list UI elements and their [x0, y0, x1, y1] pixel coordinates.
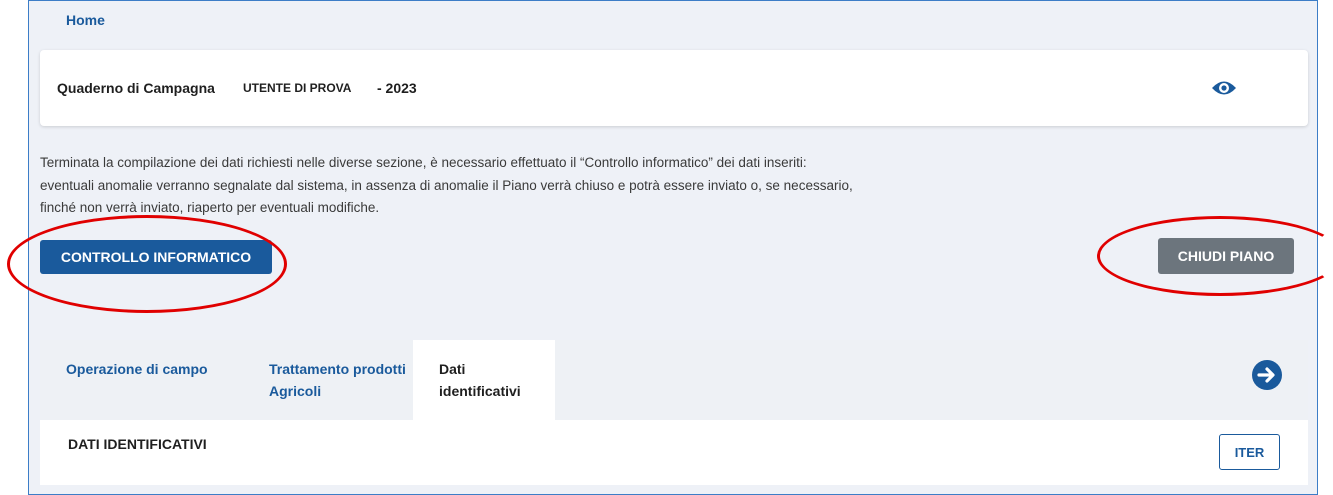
- tab-trattamento-prodotti-agricoli[interactable]: Trattamento prodotti Agricoli: [269, 358, 409, 402]
- tab-dati-identificativi[interactable]: Dati identificativi: [439, 358, 549, 402]
- chiudi-piano-button[interactable]: CHIUDI PIANO: [1158, 238, 1294, 274]
- tabs-bar: [40, 340, 1308, 420]
- arrow-right-circle-icon[interactable]: [1251, 359, 1283, 391]
- home-link[interactable]: Home: [66, 12, 105, 28]
- section-title: DATI IDENTIFICATIVI: [68, 436, 207, 452]
- controllo-informatico-button[interactable]: CONTROLLO INFORMATICO: [40, 240, 272, 274]
- user-name: UTENTE DI PROVA: [243, 81, 352, 95]
- info-line: eventuali anomalie verranno segnalate da…: [40, 177, 853, 193]
- info-text: Terminata la compilazione dei dati richi…: [40, 152, 1000, 220]
- header-card: [40, 50, 1308, 126]
- year-label: - 2023: [377, 80, 417, 96]
- info-line: Terminata la compilazione dei dati richi…: [40, 155, 807, 170]
- info-line: finché non verrà inviato, riaperto per e…: [40, 200, 380, 215]
- page-title: Quaderno di Campagna: [57, 80, 215, 96]
- tab-operazione-di-campo[interactable]: Operazione di campo: [66, 358, 208, 380]
- iter-button[interactable]: ITER: [1219, 434, 1280, 470]
- eye-icon[interactable]: [1210, 78, 1238, 98]
